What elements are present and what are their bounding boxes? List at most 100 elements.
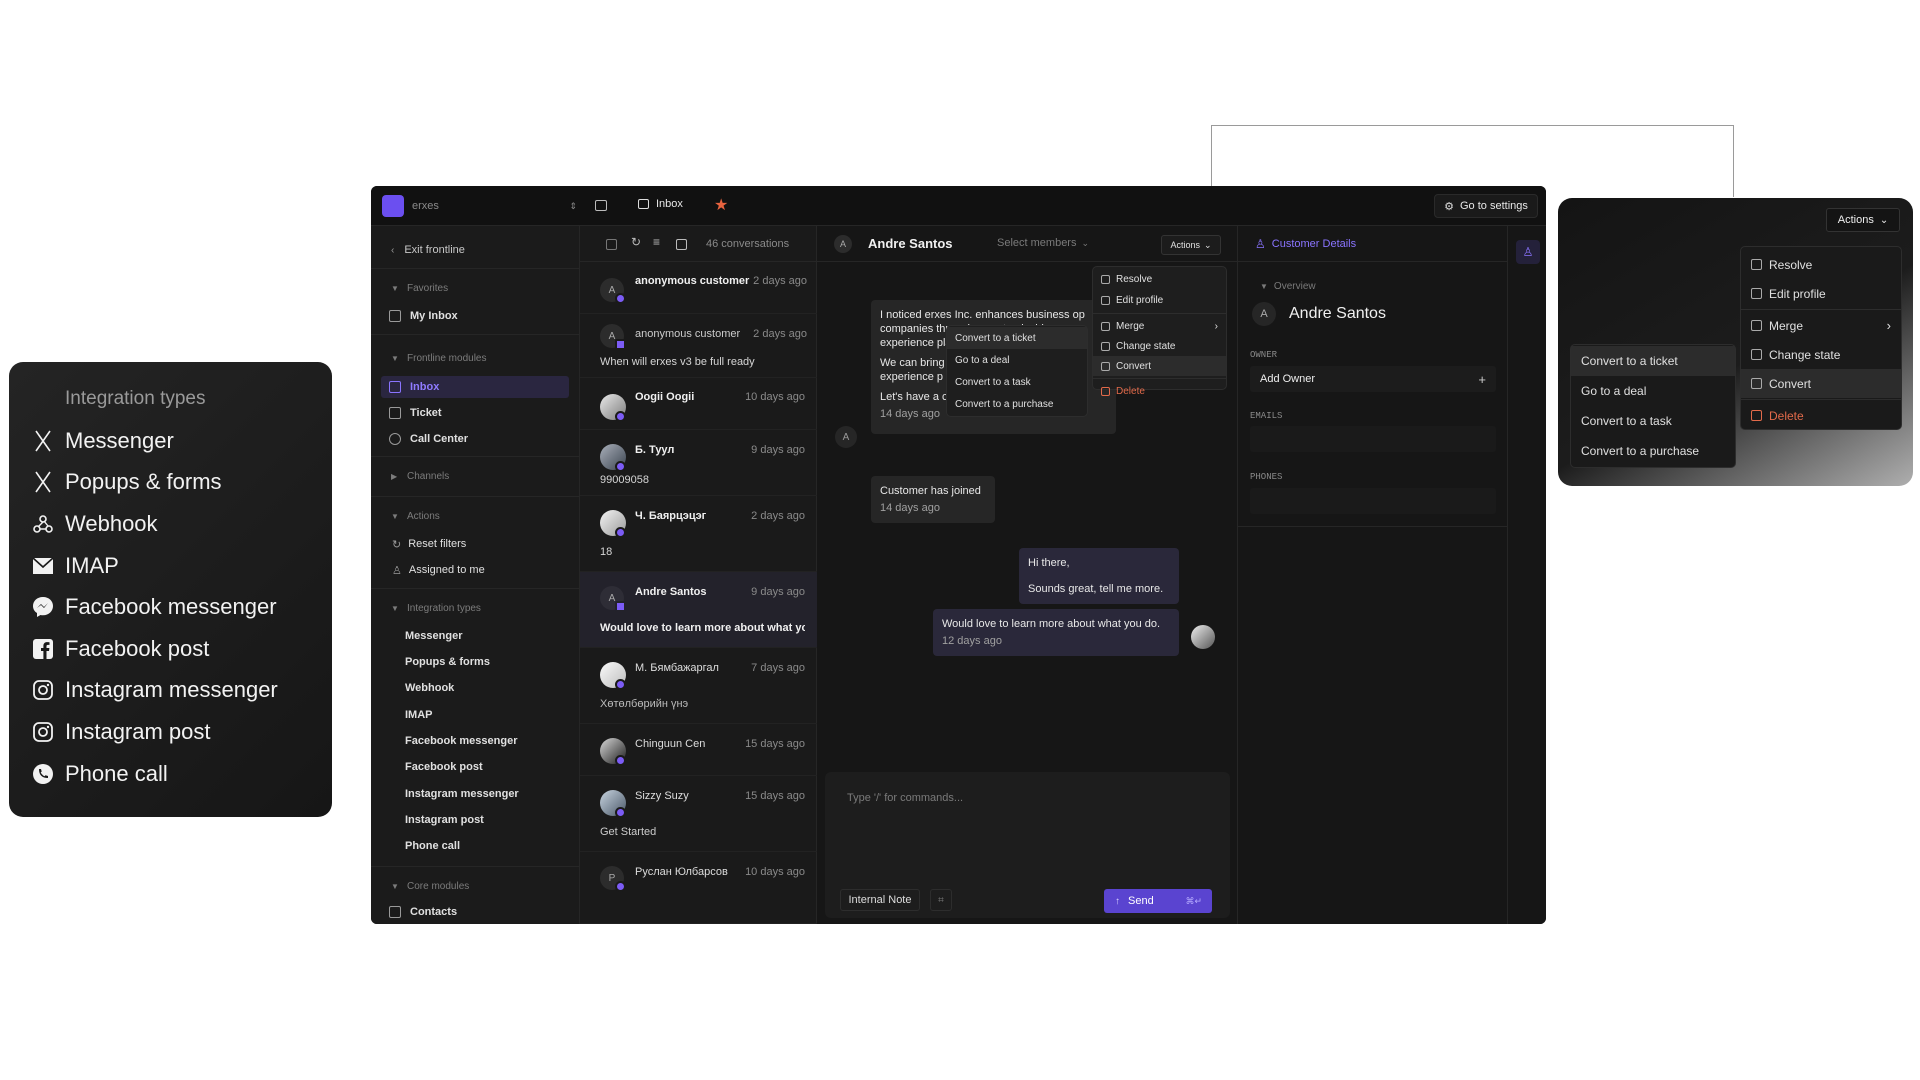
overview-toggle[interactable]: ▼ Overview (1260, 281, 1316, 292)
conversation-time: 15 days ago (745, 790, 805, 802)
columns-icon[interactable] (676, 239, 687, 250)
conversation-name: Руслан Юлбарсов (635, 866, 728, 878)
list-item[interactable]: Б. Туул 9 days ago 99009058 (580, 430, 817, 496)
customer-tab-button[interactable]: ♙ (1516, 240, 1540, 264)
sidebar-item-popups[interactable]: Popups & forms (371, 652, 580, 672)
reset-filters-button[interactable]: ↻ Reset filters (371, 534, 580, 554)
list-item[interactable]: Sizzy Suzy 15 days ago Get Started (580, 776, 817, 852)
customer-name[interactable]: Andre Santos (868, 236, 953, 251)
filter-icon[interactable]: ≡ (653, 235, 660, 249)
sidebar-item-instagram-messenger[interactable]: Instagram messenger (371, 784, 580, 804)
refresh-icon[interactable]: ↻ (631, 235, 641, 249)
sidebar-item-contacts[interactable]: Contacts (371, 902, 580, 922)
sidebar-item-messenger[interactable]: Messenger (371, 626, 580, 646)
send-button[interactable]: ↑ Send ⌘↵ (1104, 889, 1212, 913)
section-integration-types[interactable]: ▼ Integration types (371, 598, 580, 618)
select-all-checkbox[interactable] (606, 239, 617, 250)
sidebar-item-label: Instagram messenger (405, 788, 519, 800)
menu-item-merge[interactable]: Merge › (1741, 311, 1901, 340)
sidebar-item-webhook[interactable]: Webhook (371, 678, 580, 698)
list-item[interactable]: A Andre Santos 9 days ago Would love to … (580, 572, 817, 648)
exit-label: Exit frontline (404, 244, 465, 256)
message-input[interactable]: Type '/' for commands... (847, 792, 963, 804)
list-item[interactable]: М. Бямбажаргал 7 days ago Хөтөлбөрийн үн… (580, 648, 817, 724)
menu-item-merge[interactable]: Merge › (1093, 316, 1226, 336)
actions-button[interactable]: Actions ⌄ (1161, 235, 1221, 255)
convert-submenu: Convert to a ticket Go to a deal Convert… (1570, 344, 1736, 468)
sidebar-item-label: IMAP (405, 709, 433, 721)
menu-item-delete[interactable]: Delete (1741, 401, 1901, 430)
actions-button[interactable]: Actions ⌄ (1826, 208, 1900, 232)
sidebar-item-inbox[interactable]: Inbox (371, 376, 580, 398)
sidebar-item-my-inbox[interactable]: My Inbox (371, 306, 580, 326)
section-label: Core modules (407, 880, 470, 892)
caret-down-icon: ▼ (391, 604, 399, 613)
merge-icon (1101, 321, 1110, 331)
menu-item-label: Change state (1769, 347, 1841, 362)
menu-item-resolve[interactable]: Resolve (1093, 269, 1226, 290)
exit-frontline[interactable]: ‹ Exit frontline (371, 240, 580, 260)
select-members-dropdown[interactable]: Select members ⌄ (997, 237, 1089, 249)
menu-item-convert-purchase[interactable]: Convert to a purchase (1571, 436, 1735, 466)
message-text: Would love to learn more about what you … (942, 618, 1161, 630)
section-favorites[interactable]: ▼ Favorites (371, 278, 580, 298)
add-owner-field[interactable]: Add Owner + (1250, 366, 1496, 392)
sidebar-item-label: Instagram post (405, 814, 484, 826)
phones-field[interactable] (1250, 488, 1496, 514)
star-icon[interactable]: ★ (714, 195, 728, 215)
menu-item-convert-task[interactable]: Convert to a task (947, 371, 1087, 393)
sidebar-item-ticket[interactable]: Ticket (371, 403, 580, 423)
menu-item-convert[interactable]: Convert (1093, 356, 1226, 376)
select-members-label: Select members (997, 237, 1077, 249)
composer: Type '/' for commands... Internal Note ⌗… (825, 772, 1230, 918)
menu-item-convert-task[interactable]: Convert to a task (1571, 406, 1735, 436)
menu-item-convert-ticket[interactable]: Convert to a ticket (947, 327, 1087, 349)
conversation-list: ↻ ≡ 46 conversations A anonymous custome… (580, 226, 817, 924)
go-to-settings-button[interactable]: ⚙ Go to settings (1434, 194, 1538, 218)
internal-note-button[interactable]: Internal Note (840, 889, 920, 911)
check-square-icon (1751, 259, 1762, 270)
list-item[interactable]: P Руслан Юлбарсов 10 days ago (580, 852, 817, 924)
menu-item-go-to-deal[interactable]: Go to a deal (947, 349, 1087, 371)
menu-item-edit-profile[interactable]: Edit profile (1741, 279, 1901, 308)
sidebar-item-instagram-post[interactable]: Instagram post (371, 810, 580, 830)
sidebar-item-call-center[interactable]: Call Center (371, 429, 580, 449)
conversation-time: 15 days ago (745, 738, 805, 750)
sidebar-item-facebook-messenger[interactable]: Facebook messenger (371, 731, 580, 751)
org-switcher[interactable]: erxes ⇕ (382, 195, 577, 217)
breadcrumb[interactable]: Inbox (638, 198, 683, 210)
menu-divider (1093, 313, 1226, 314)
conversation-name: М. Бямбажаргал (635, 662, 719, 674)
list-item[interactable]: A anonymous customer 2 days ago When wil… (580, 314, 817, 378)
menu-item-convert[interactable]: Convert (1741, 369, 1901, 398)
menu-item-convert-ticket[interactable]: Convert to a ticket (1571, 346, 1735, 376)
list-item[interactable]: A anonymous customer 2 days ago (580, 262, 817, 314)
sidebar-item-phone-call[interactable]: Phone call (371, 836, 580, 856)
menu-item-edit-profile[interactable]: Edit profile (1093, 290, 1226, 311)
assigned-to-me-button[interactable]: ♙ Assigned to me (371, 560, 580, 580)
menu-item-label: Resolve (1116, 274, 1153, 285)
section-label: Channels (407, 470, 450, 482)
org-name: erxes (412, 200, 439, 212)
list-item[interactable]: Oogii Oogii 10 days ago (580, 378, 817, 430)
section-frontline[interactable]: ▼ Frontline modules (371, 348, 580, 368)
emails-field[interactable] (1250, 426, 1496, 452)
chevron-down-icon: ⌄ (1879, 214, 1889, 226)
list-item[interactable]: Chinguun Cen 15 days ago (580, 724, 817, 776)
menu-item-label: Merge (1116, 320, 1145, 332)
sidebar-item-facebook-post[interactable]: Facebook post (371, 757, 580, 777)
sidebar-item-imap[interactable]: IMAP (371, 705, 580, 725)
menu-item-change-state[interactable]: Change state (1741, 340, 1901, 369)
list-item[interactable]: Ч. Баярцэцэг 2 days ago 18 (580, 496, 817, 572)
sidebar-toggle-icon[interactable] (595, 200, 607, 211)
section-core-modules[interactable]: ▼ Core modules (371, 876, 580, 896)
section-actions[interactable]: ▼ Actions (371, 506, 580, 526)
section-channels[interactable]: ▶ Channels (371, 466, 580, 486)
menu-item-delete[interactable]: Delete (1093, 381, 1226, 401)
chevron-right-icon: › (1886, 318, 1891, 333)
attachment-button[interactable]: ⌗ (930, 889, 952, 911)
menu-item-change-state[interactable]: Change state (1093, 336, 1226, 356)
menu-item-convert-purchase[interactable]: Convert to a purchase (947, 393, 1087, 415)
menu-item-resolve[interactable]: Resolve (1741, 250, 1901, 279)
menu-item-go-to-deal[interactable]: Go to a deal (1571, 376, 1735, 406)
